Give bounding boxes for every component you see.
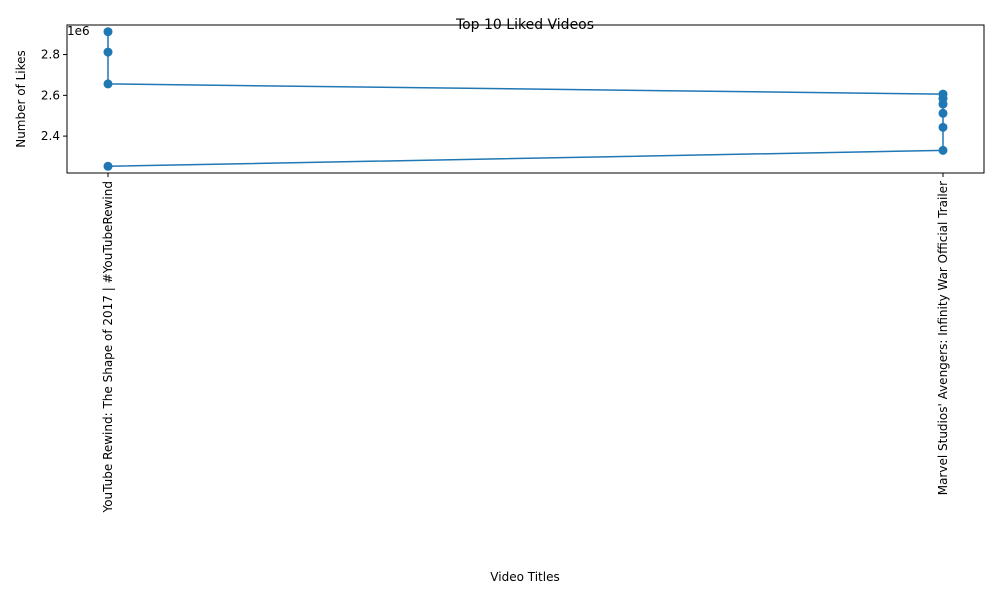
y-tick-label: 2.6 — [41, 88, 60, 102]
y-tick-label: 2.4 — [41, 129, 60, 143]
data-point — [103, 47, 113, 57]
data-point — [938, 99, 948, 109]
x-axis-label: Video Titles — [490, 570, 559, 584]
x-tick-label: Marvel Studios' Avengers: Infinity War O… — [936, 181, 950, 495]
data-point — [938, 108, 948, 118]
figure-background — [0, 0, 1000, 600]
data-point — [938, 145, 948, 155]
x-tick-label: YouTube Rewind: The Shape of 2017 | #You… — [101, 181, 115, 514]
data-point — [938, 122, 948, 132]
y-offset-label: 1e6 — [67, 24, 90, 38]
data-point — [103, 79, 113, 89]
data-point — [103, 161, 113, 171]
y-tick-label: 2.8 — [41, 48, 60, 62]
data-point — [103, 27, 113, 37]
chart: Top 10 Liked Videos 1e6 Number of Likes … — [0, 0, 1000, 600]
y-axis-label: Number of Likes — [14, 50, 28, 148]
